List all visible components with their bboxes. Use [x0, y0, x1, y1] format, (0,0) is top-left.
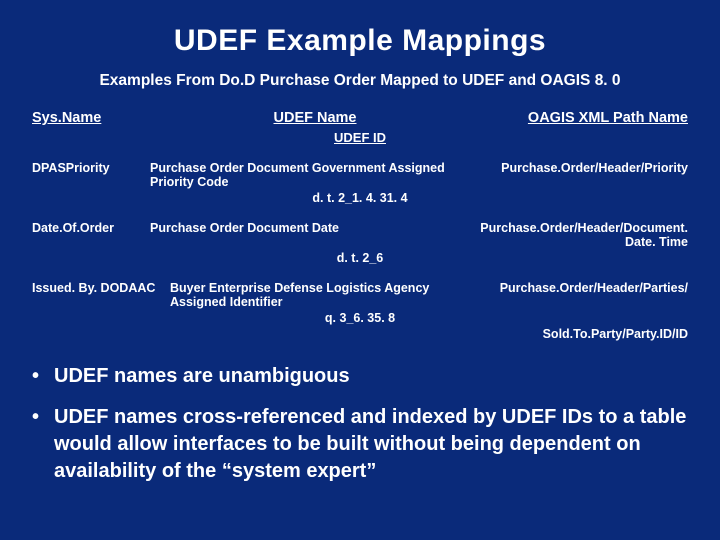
- cell-udef-id: q. 3_6. 35. 8: [32, 311, 688, 325]
- table-header-row: Sys.Name UDEF Name OAGIS XML Path Name: [32, 110, 688, 126]
- cell-sysname: DPASPriority: [32, 161, 142, 189]
- slide-subtitle: Examples From Do.D Purchase Order Mapped…: [32, 72, 688, 90]
- list-item: • UDEF names cross-referenced and indexe…: [32, 404, 688, 485]
- mapping-table: Sys.Name UDEF Name OAGIS XML Path Name U…: [32, 110, 688, 341]
- table-row: Date.Of.Order Purchase Order Document Da…: [32, 221, 688, 249]
- cell-udef-id: d. t. 2_6: [32, 251, 688, 265]
- slide: UDEF Example Mappings Examples From Do.D…: [0, 0, 720, 540]
- header-sysname: Sys.Name: [32, 110, 142, 126]
- cell-udefname: Purchase Order Document Date: [142, 221, 458, 249]
- cell-sysname: Date.Of.Order: [32, 221, 142, 249]
- cell-oagis: Purchase.Order/Header/Document. Date. Ti…: [458, 221, 688, 249]
- cell-sysname: Issued. By. DODAAC: [32, 281, 162, 309]
- bullet-icon: •: [32, 404, 54, 485]
- bullet-text: UDEF names cross-referenced and indexed …: [54, 404, 688, 485]
- bullet-icon: •: [32, 363, 54, 390]
- cell-oagis: Purchase.Order/Header/Parties/: [478, 281, 688, 309]
- cell-udefname: Purchase Order Document Government Assig…: [142, 161, 458, 189]
- bullet-list: • UDEF names are unambiguous • UDEF name…: [32, 363, 688, 485]
- header-udef-id: UDEF ID: [32, 130, 688, 145]
- cell-udefname: Buyer Enterprise Defense Logistics Agenc…: [162, 281, 478, 309]
- header-udefname: UDEF Name: [142, 110, 488, 126]
- table-row: Issued. By. DODAAC Buyer Enterprise Defe…: [32, 281, 688, 309]
- table-row: DPASPriority Purchase Order Document Gov…: [32, 161, 688, 189]
- bullet-text: UDEF names are unambiguous: [54, 363, 688, 390]
- slide-title: UDEF Example Mappings: [32, 24, 688, 58]
- cell-oagis: Purchase.Order/Header/Priority: [458, 161, 688, 189]
- list-item: • UDEF names are unambiguous: [32, 363, 688, 390]
- header-oagis: OAGIS XML Path Name: [488, 110, 688, 126]
- cell-oagis-line2: Sold.To.Party/Party.ID/ID: [32, 327, 688, 341]
- cell-udef-id: d. t. 2_1. 4. 31. 4: [32, 191, 688, 205]
